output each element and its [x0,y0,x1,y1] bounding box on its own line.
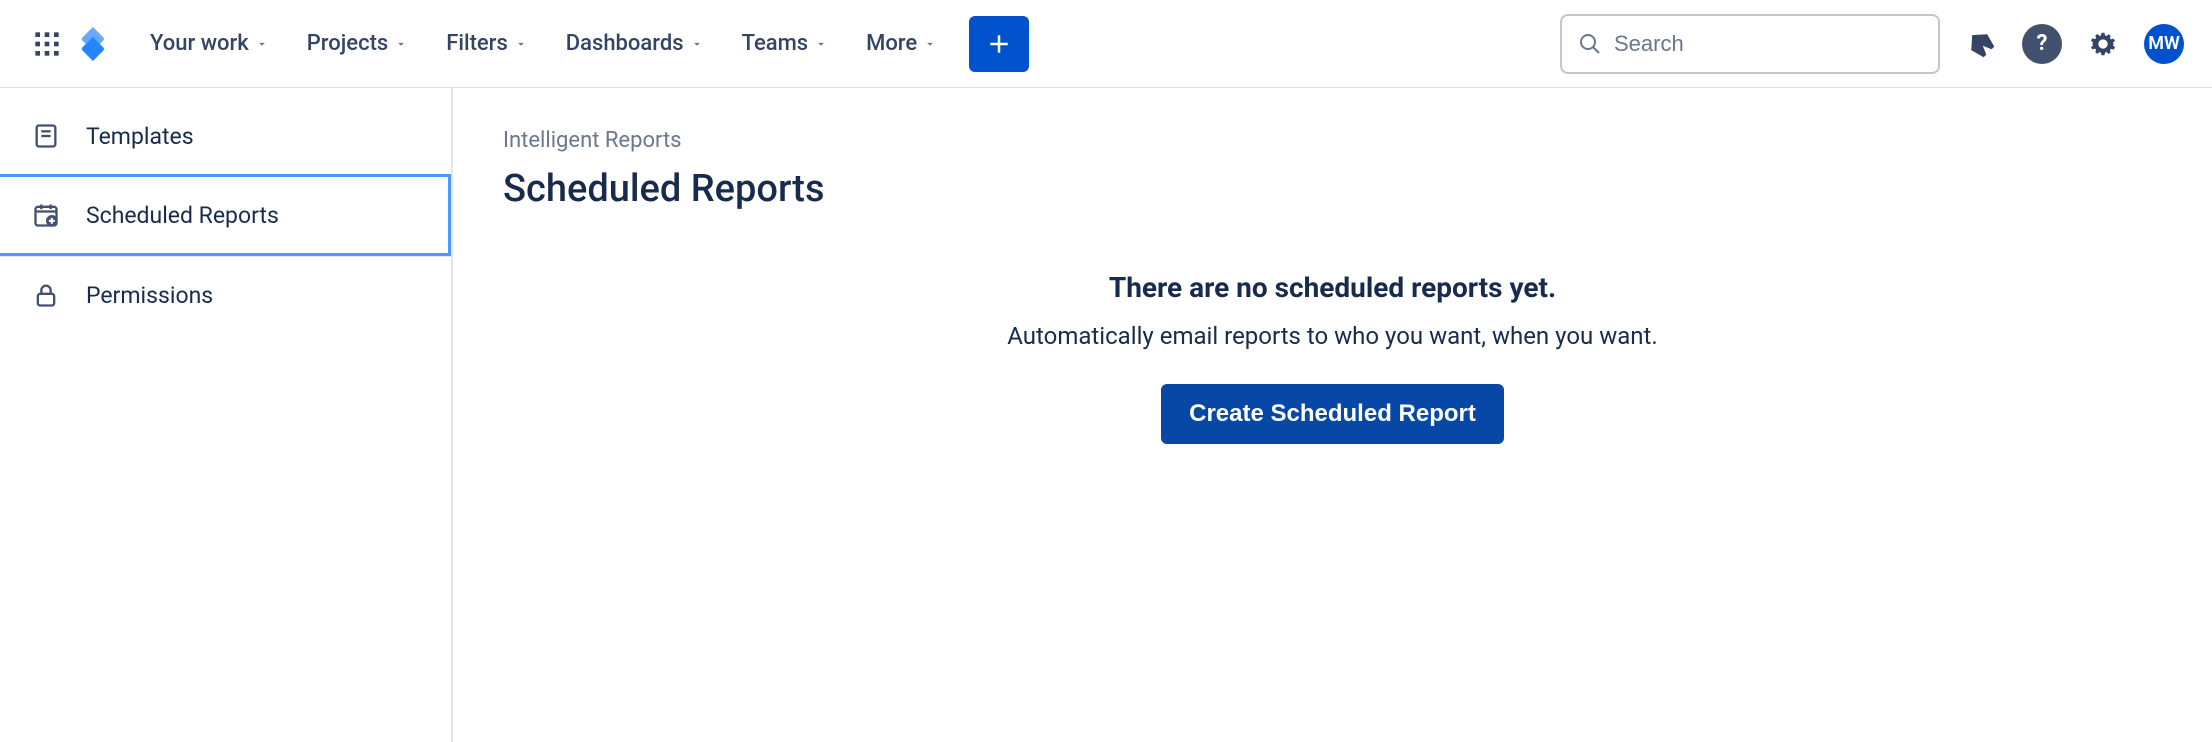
search-box[interactable] [1560,14,1940,74]
plus-icon [984,29,1014,59]
nav-items: Your work Projects Filters Dashboards Te… [136,21,951,66]
settings-icon[interactable] [2084,25,2122,63]
sidebar-item-label: Templates [86,123,194,150]
create-scheduled-report-button[interactable]: Create Scheduled Report [1161,384,1504,444]
nav-more[interactable]: More [852,21,951,66]
nav-teams[interactable]: Teams [728,21,843,66]
breadcrumb[interactable]: Intelligent Reports [503,128,2162,153]
nav-label: Projects [307,31,388,56]
content: Intelligent Reports Scheduled Reports Th… [453,88,2212,742]
nav-label: More [866,31,917,56]
create-button[interactable] [969,16,1029,72]
empty-state: There are no scheduled reports yet. Auto… [833,271,1833,444]
nav-label: Filters [446,31,508,56]
lock-icon [30,279,62,311]
app-switcher-icon[interactable] [28,25,66,63]
avatar[interactable]: MW [2144,24,2184,64]
nav-label: Teams [742,31,809,56]
nav-your-work[interactable]: Your work [136,21,283,66]
layout: Templates Scheduled Reports Permissions … [0,88,2212,742]
top-nav: Your work Projects Filters Dashboards Te… [0,0,2212,88]
nav-label: Dashboards [566,31,684,56]
page-title: Scheduled Reports [503,167,2162,211]
chevron-down-icon [514,37,528,51]
empty-state-subtext: Automatically email reports to who you w… [833,322,1833,350]
sidebar-item-templates[interactable]: Templates [0,98,451,174]
sidebar-item-scheduled-reports[interactable]: Scheduled Reports [0,174,451,256]
templates-icon [30,120,62,152]
nav-projects[interactable]: Projects [293,21,422,66]
jira-logo-icon[interactable] [74,25,112,63]
chevron-down-icon [394,37,408,51]
sidebar: Templates Scheduled Reports Permissions [0,88,453,742]
search-icon [1578,32,1602,56]
sidebar-item-label: Permissions [86,282,213,309]
search-input[interactable] [1614,31,1922,57]
chevron-down-icon [255,37,269,51]
chevron-down-icon [923,37,937,51]
calendar-add-icon [30,199,62,231]
notifications-icon[interactable] [1962,25,2000,63]
nav-dashboards[interactable]: Dashboards [552,21,718,66]
nav-label: Your work [150,31,249,56]
help-icon[interactable]: ? [2022,24,2062,64]
chevron-down-icon [690,37,704,51]
nav-filters[interactable]: Filters [432,21,542,66]
chevron-down-icon [814,37,828,51]
nav-right: ? MW [1560,14,2184,74]
empty-state-heading: There are no scheduled reports yet. [833,271,1833,304]
sidebar-item-permissions[interactable]: Permissions [0,257,451,333]
sidebar-item-label: Scheduled Reports [86,202,279,229]
